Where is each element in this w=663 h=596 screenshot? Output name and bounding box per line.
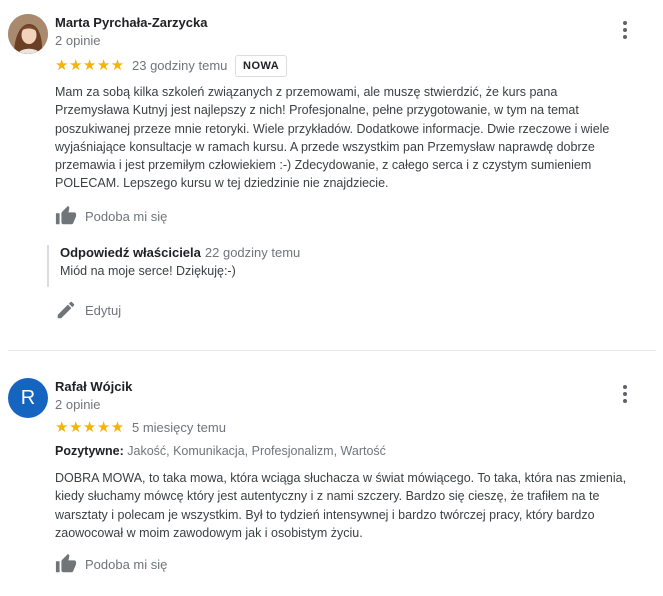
- more-options-button[interactable]: [614, 19, 636, 41]
- like-button[interactable]: Podoba mi się: [55, 204, 167, 228]
- review-author[interactable]: Marta Pyrchała-Zarzycka: [55, 15, 207, 30]
- thumb-up-icon: [55, 553, 77, 573]
- new-badge: NOWA: [235, 55, 288, 77]
- review-text: DOBRA MOWA, to taka mowa, która wciąga s…: [55, 471, 627, 540]
- review-positives: Pozytywne: Jakość, Komunikacja, Profesjo…: [55, 444, 386, 458]
- owner-reply-label: Odpowiedź właściciela: [60, 245, 201, 260]
- pencil-icon: [57, 301, 75, 319]
- more-vert-icon: [623, 21, 627, 25]
- review-count: 2 opinie: [55, 33, 101, 48]
- like-label: Podoba mi się: [85, 556, 168, 572]
- like-label: Podoba mi się: [85, 208, 168, 224]
- review-time: 5 miesięcy temu: [132, 420, 226, 435]
- more-options-button[interactable]: [614, 383, 636, 405]
- like-button[interactable]: Podoba mi się: [55, 552, 167, 576]
- owner-reply: Odpowiedź właściciela 22 godziny temu Mió…: [47, 245, 300, 287]
- edit-label: Edytuj: [85, 302, 122, 318]
- positives-label: Pozytywne:: [55, 444, 124, 458]
- avatar-photo-icon: [8, 14, 48, 54]
- owner-reply-text: Miód na moje serce! Dziękuję:-): [60, 264, 236, 278]
- owner-reply-time: 22 godziny temu: [204, 245, 301, 260]
- avatar[interactable]: [8, 14, 48, 54]
- edit-button[interactable]: Edytuj: [55, 298, 121, 322]
- positives-list: Jakość, Komunikacja, Profesjonalizm, War…: [127, 444, 386, 458]
- thumb-up-icon: [55, 205, 77, 225]
- review-text: Mam za sobą kilka szkoleń związanych z p…: [55, 85, 610, 191]
- review-count: 2 opinie: [55, 397, 101, 412]
- more-vert-icon: [623, 385, 627, 389]
- review-card: Marta Pyrchała-Zarzycka 2 opinie ★★★★★ 2…: [0, 0, 663, 350]
- avatar[interactable]: R: [8, 378, 48, 418]
- star-rating: ★★★★★: [55, 419, 125, 436]
- review-author[interactable]: Rafał Wójcik: [55, 379, 132, 394]
- review-card: R Rafał Wójcik 2 opinie ★★★★★ 5 miesięcy…: [0, 351, 663, 596]
- star-rating: ★★★★★: [55, 57, 125, 74]
- review-time: 23 godziny temu: [132, 58, 228, 73]
